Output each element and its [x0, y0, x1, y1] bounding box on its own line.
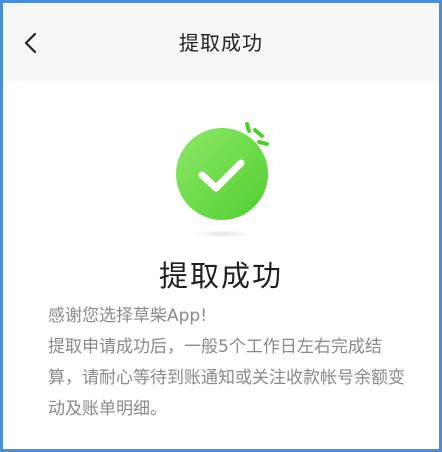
success-message: 感谢您选择草柴App! 提取申请成功后，一般5个工作日左右完成结算，请耐心等待到… [48, 301, 408, 425]
check-circle-icon [176, 122, 269, 238]
success-title: 提取成功 [158, 259, 283, 293]
success-illustration [171, 116, 281, 246]
thanks-text: 感谢您选择草柴App! [48, 306, 208, 326]
page-title: 提取成功 [179, 31, 263, 55]
navigation-bar: 提取成功 [3, 3, 439, 81]
settlement-info-text: 提取申请成功后，一般5个工作日左右完成结算，请耐心等待到账通知或关注收款帐号余额… [48, 337, 405, 419]
screen: 提取成功 提取成功 感谢您选择草柴App! 提取申请成功后，一般5个工作日左右完… [0, 0, 442, 452]
